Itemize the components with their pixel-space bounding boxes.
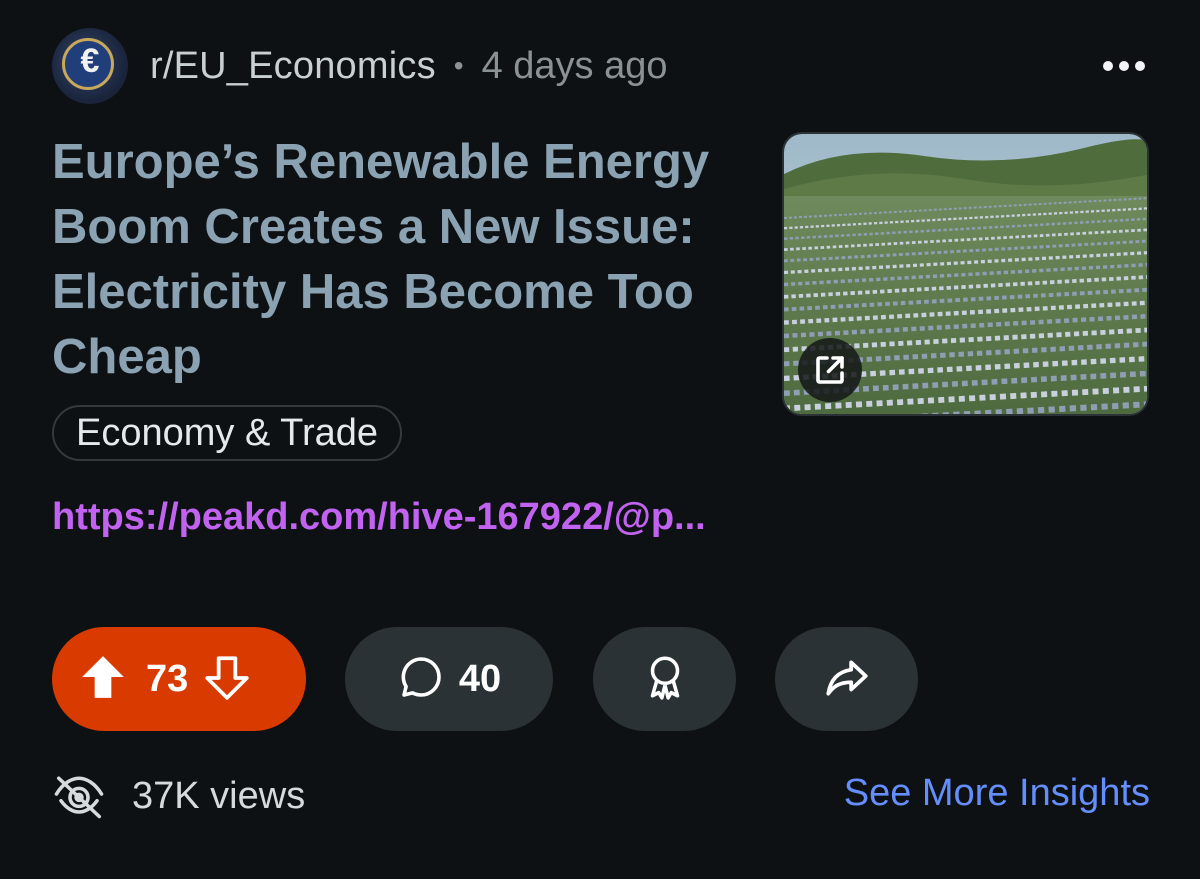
award-button[interactable] xyxy=(593,627,736,731)
external-link-icon[interactable] xyxy=(798,338,862,402)
post-header: € r/EU_Economics • 4 days ago xyxy=(52,28,1148,104)
post-link[interactable]: https://peakd.com/hive-167922/@p... xyxy=(52,496,706,539)
views-count: 37K views xyxy=(132,774,306,817)
vote-bar: 73 xyxy=(52,627,306,731)
eye-icon xyxy=(52,767,106,826)
upvote-icon[interactable] xyxy=(78,652,128,707)
separator-dot: • xyxy=(453,50,464,81)
post-title[interactable]: Europe’s Renewable Energy Boom Creates a… xyxy=(52,130,772,390)
subreddit-avatar[interactable]: € xyxy=(52,28,128,104)
comment-count: 40 xyxy=(458,657,502,700)
post-flair[interactable]: Economy & Trade xyxy=(52,405,403,461)
more-options-icon[interactable] xyxy=(1100,46,1148,86)
award-icon xyxy=(640,652,690,707)
subreddit-name[interactable]: r/EU_Economics xyxy=(150,45,436,88)
post-thumbnail[interactable] xyxy=(782,132,1149,416)
comment-icon xyxy=(397,653,445,706)
views-row: 37K views xyxy=(52,768,305,824)
comments-button[interactable]: 40 xyxy=(345,627,553,731)
share-button[interactable] xyxy=(775,627,918,731)
downvote-icon[interactable] xyxy=(202,652,252,707)
see-more-insights-link[interactable]: See More Insights xyxy=(844,772,1150,815)
share-icon xyxy=(822,652,872,707)
post-time: 4 days ago xyxy=(481,44,668,87)
vote-score: 73 xyxy=(146,657,189,700)
